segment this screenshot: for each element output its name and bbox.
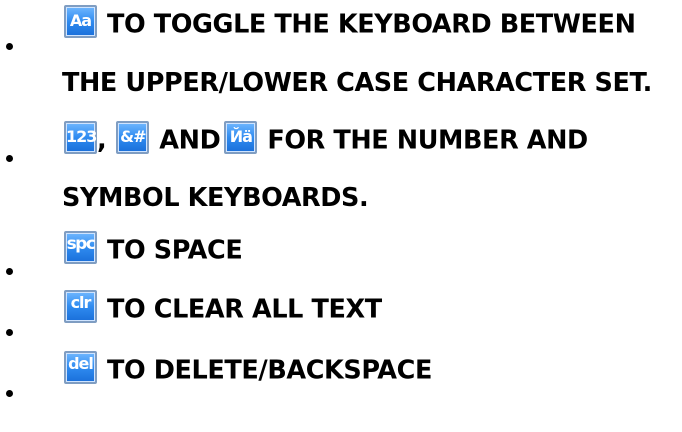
item-clr-line: clr TO CLEAR ALL TEXT (64, 290, 382, 323)
bullet (6, 390, 13, 397)
delete-key-icon: del (64, 351, 97, 384)
accent-key-icon: Йä (224, 121, 258, 154)
item-aa-text: TO TOGGLE THE KEYBOARD BETWEEN (107, 9, 636, 40)
item-keys-text: FOR THE NUMBER AND (267, 125, 588, 156)
item-spc-line: spc TO SPACE (64, 231, 243, 266)
comma: , (97, 125, 107, 156)
aa-key-icon: Aa (64, 5, 97, 38)
space-key-icon: spc (64, 231, 97, 264)
clear-key-icon: clr (64, 290, 97, 323)
item-clr-text: TO CLEAR ALL TEXT (107, 294, 382, 325)
item-del-line: del TO DELETE/BACKSPACE (64, 351, 432, 384)
and-text: AND (159, 125, 221, 156)
symbol-key-icon: &# (116, 121, 150, 154)
bullet (6, 329, 13, 336)
item-keys-line2: SYMBOL KEYBOARDS. (62, 183, 369, 213)
bullet (6, 155, 13, 162)
item-aa-line2: THE UPPER/LOWER CASE CHARACTER SET. (62, 68, 652, 98)
item-aa-line1: Aa TO TOGGLE THE KEYBOARD BETWEEN (64, 5, 636, 38)
bullet (6, 43, 13, 50)
item-spc-text: TO SPACE (107, 235, 243, 266)
item-keys-line1: 123, &# AND Йä FOR THE NUMBER AND (64, 121, 588, 154)
bullet (6, 268, 13, 275)
item-del-text: TO DELETE/BACKSPACE (107, 355, 432, 386)
number-key-icon: 123 (64, 121, 97, 154)
